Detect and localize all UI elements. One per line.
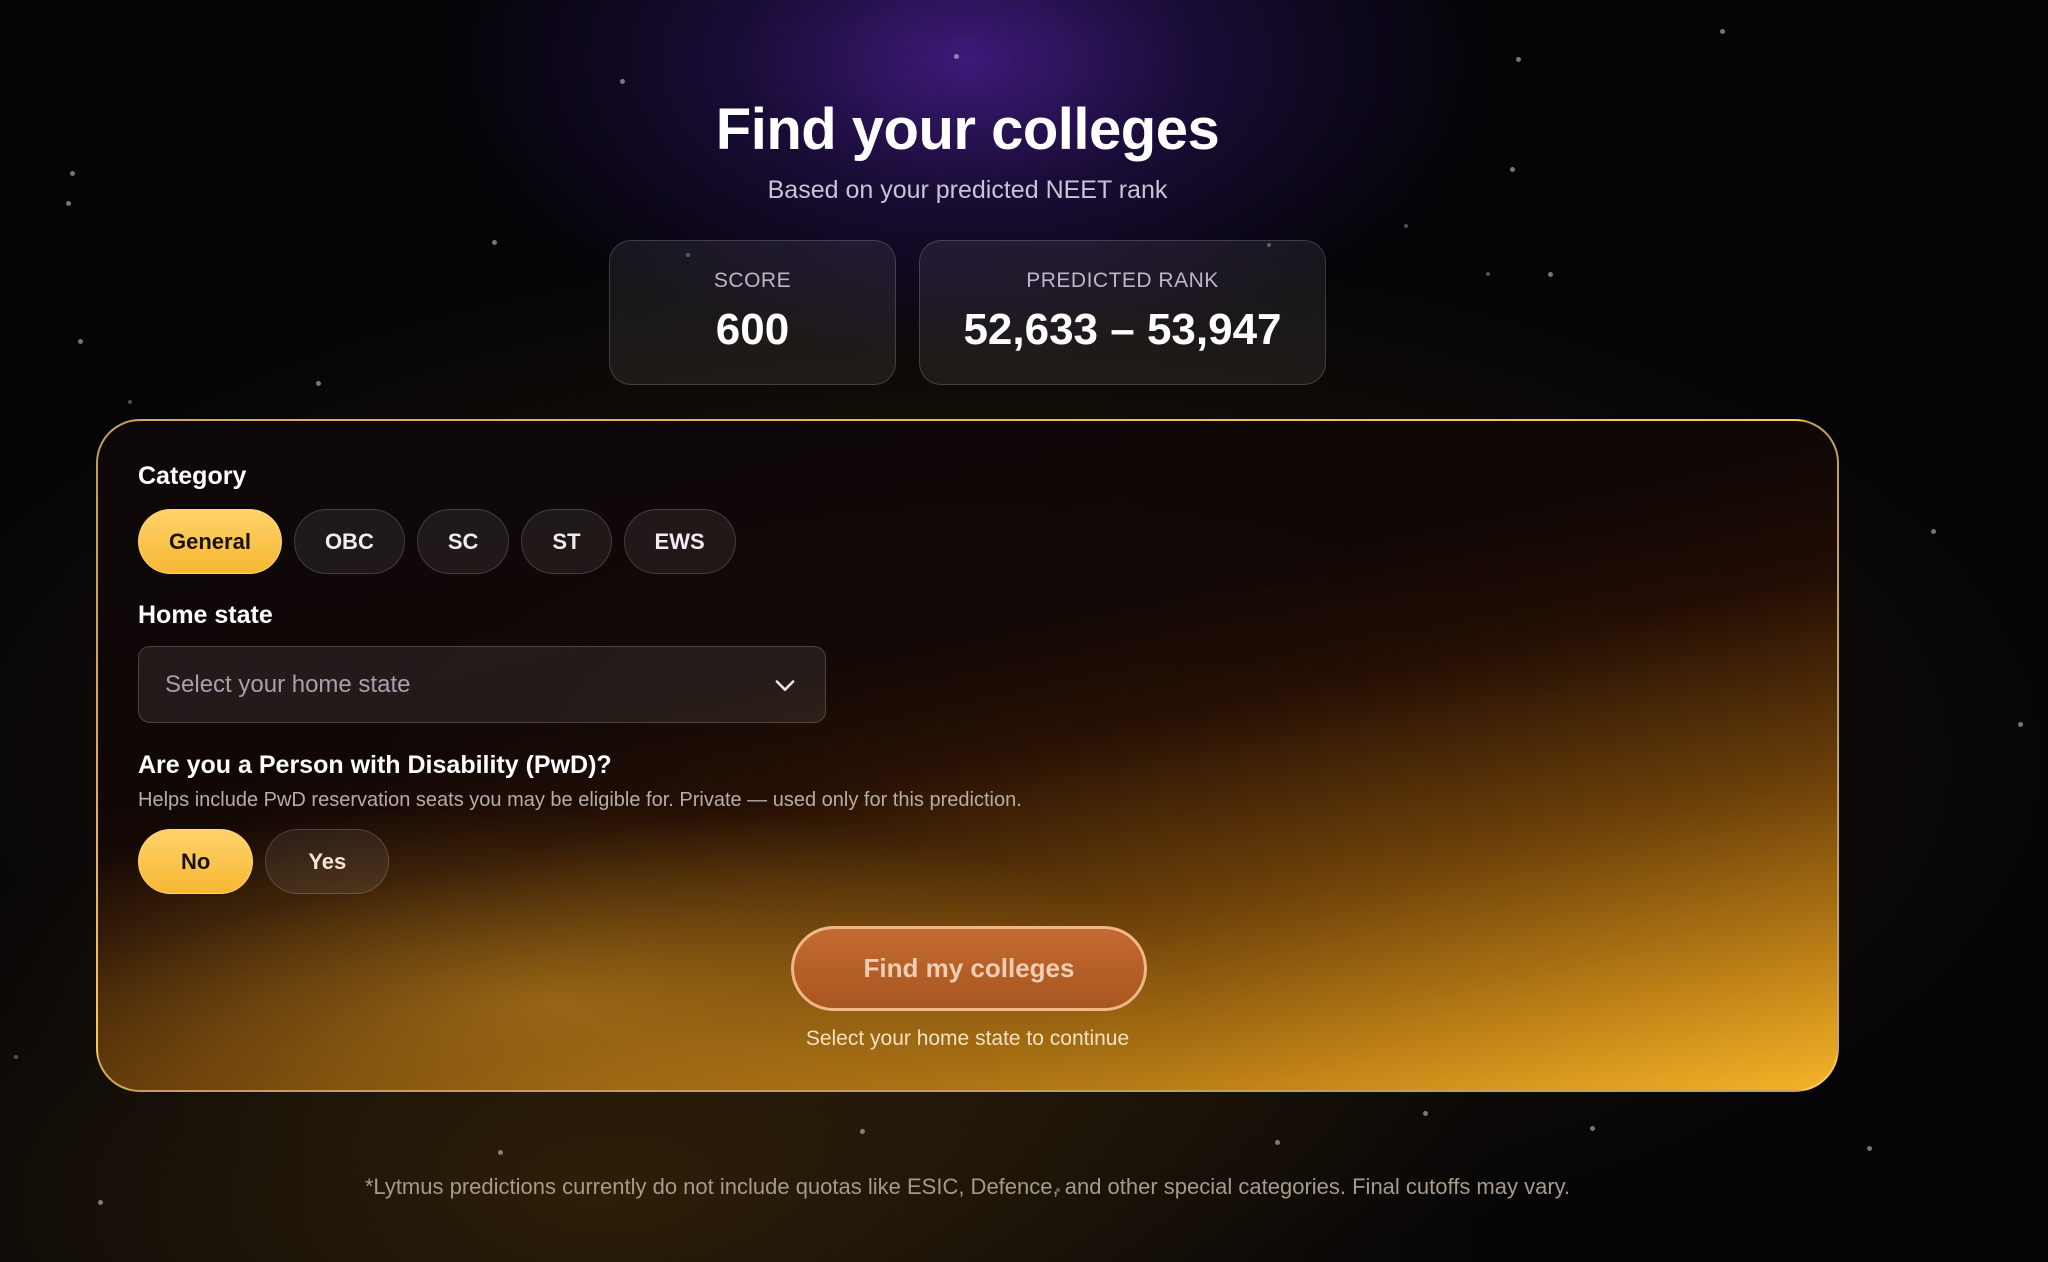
star-decoration — [1275, 1140, 1280, 1145]
score-value: 600 — [715, 305, 790, 354]
category-option-sc[interactable]: SC — [416, 509, 510, 574]
star-decoration — [1867, 1146, 1872, 1151]
star-decoration — [98, 1200, 103, 1205]
predicted-rank-label: PREDICTED RANK — [1026, 269, 1219, 292]
page: Find your colleges Based on your predict… — [0, 0, 2048, 1262]
chevron-down-icon — [775, 679, 795, 691]
college-finder-form: Category General OBC SC ST EWS Home stat… — [96, 419, 1839, 1092]
pwd-option-yes[interactable]: Yes — [265, 829, 390, 894]
star-decoration — [954, 54, 959, 59]
star-decoration — [860, 1129, 865, 1134]
star-decoration — [1720, 29, 1725, 34]
category-label: Category — [138, 462, 247, 490]
page-subtitle: Based on your predicted NEET rank — [767, 176, 1168, 204]
home-state-select[interactable]: Select your home state — [138, 646, 826, 723]
star-decoration — [14, 1055, 18, 1059]
score-card: SCORE 600 — [609, 240, 896, 385]
home-state-label: Home state — [138, 601, 273, 629]
star-decoration — [1510, 167, 1515, 172]
disclaimer-footnote: *Lytmus predictions currently do not inc… — [364, 1174, 1571, 1199]
star-decoration — [1516, 57, 1521, 62]
star-decoration — [492, 240, 497, 245]
category-options: General OBC SC ST EWS — [138, 509, 736, 574]
star-decoration — [1423, 1111, 1428, 1116]
category-option-ews[interactable]: EWS — [623, 509, 736, 574]
category-option-obc[interactable]: OBC — [293, 509, 405, 574]
star-decoration — [620, 79, 625, 84]
category-option-st[interactable]: ST — [521, 509, 612, 574]
star-decoration — [1486, 272, 1490, 276]
find-my-colleges-button[interactable]: Find my colleges — [791, 926, 1147, 1011]
predicted-rank-value: 52,633 – 53,947 — [963, 305, 1282, 354]
pwd-helper-text: Helps include PwD reservation seats you … — [138, 789, 1022, 811]
star-decoration — [2018, 722, 2023, 727]
pwd-options: No Yes — [138, 829, 390, 894]
star-decoration — [1931, 529, 1936, 534]
submit-hint: Select your home state to continue — [805, 1027, 1130, 1050]
star-decoration — [498, 1150, 503, 1155]
pwd-question: Are you a Person with Disability (PwD)? — [138, 751, 612, 779]
star-decoration — [1404, 224, 1408, 228]
star-decoration — [1590, 1126, 1595, 1131]
star-decoration — [78, 339, 83, 344]
page-title: Find your colleges — [715, 97, 1220, 162]
pwd-option-no[interactable]: No — [138, 829, 254, 894]
score-label: SCORE — [713, 269, 792, 292]
star-decoration — [316, 381, 321, 386]
predicted-rank-card: PREDICTED RANK 52,633 – 53,947 — [919, 240, 1326, 385]
category-option-general[interactable]: General — [138, 509, 282, 574]
star-decoration — [128, 400, 132, 404]
star-decoration — [1548, 272, 1553, 277]
home-state-placeholder: Select your home state — [165, 670, 411, 698]
